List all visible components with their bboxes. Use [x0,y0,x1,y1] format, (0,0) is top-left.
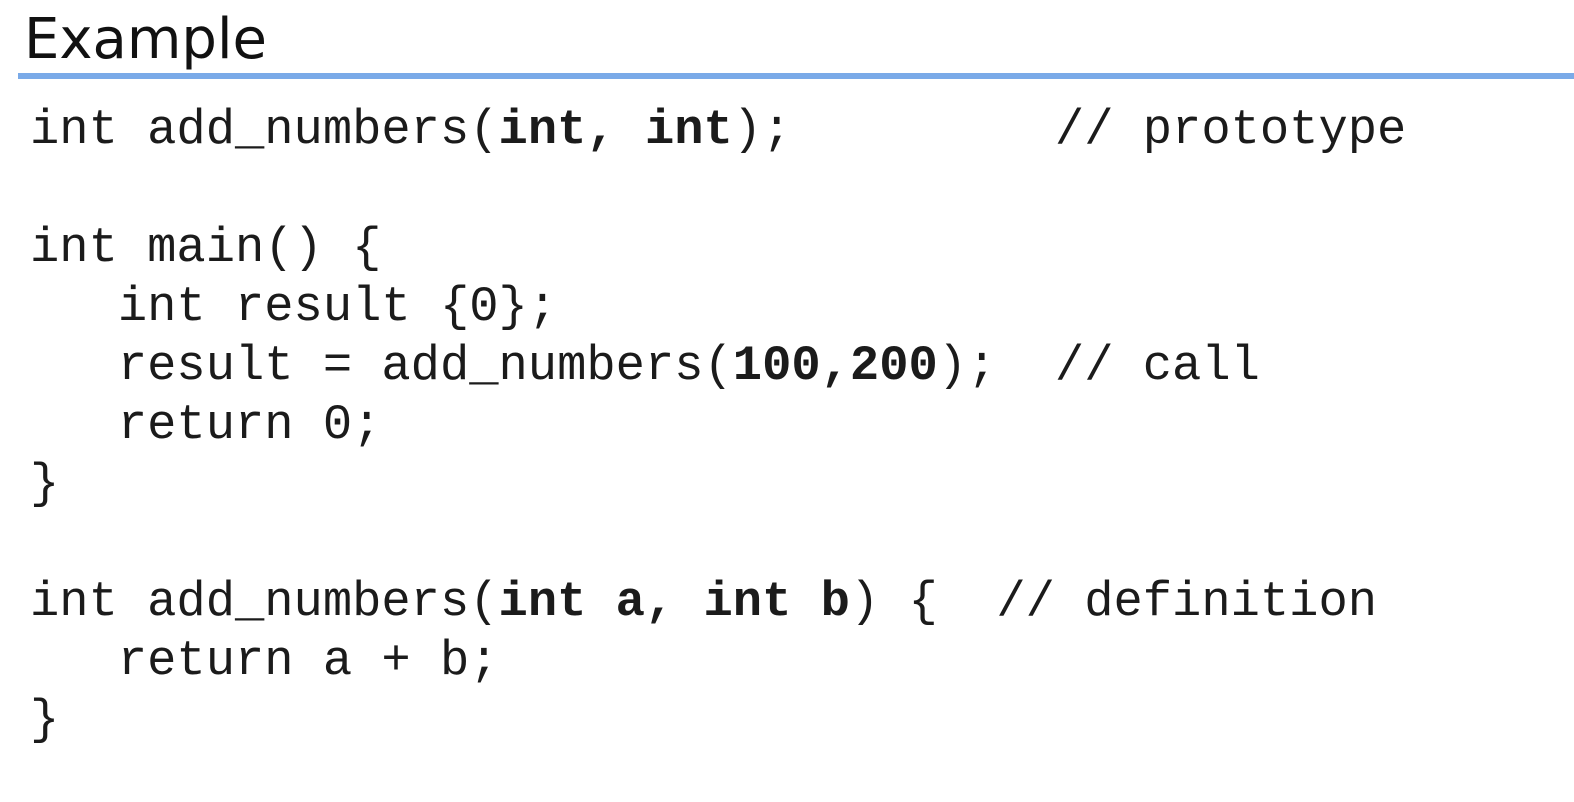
code-segment: int result {0}; [30,279,558,335]
title-underline [18,73,1574,79]
code-line: } [30,691,1406,750]
code-line: int add_numbers(int a, int b) { // defin… [30,573,1406,632]
code-block: int add_numbers(int, int); // prototype i… [30,101,1406,750]
code-segment: } [30,456,60,512]
code-segment: } [30,692,60,748]
code-line: int main() { [30,219,1406,278]
code-line: result = add_numbers(100,200); // call [30,337,1406,396]
code-bold-segment: int a, int b [498,574,850,630]
code-line: } [30,455,1406,514]
slide-title: Example [24,7,267,72]
code-segment: int add_numbers( [30,574,499,630]
code-segment: ) { // definition [849,574,1378,630]
code-line: int add_numbers(int, int); // prototype [30,101,1406,160]
code-line: return 0; [30,396,1406,455]
code-segment: ); // call [937,338,1260,394]
code-segment: return 0; [30,397,382,453]
code-bold-segment: 100,200 [732,338,938,394]
code-segment: ); // prototype [732,102,1407,158]
code-segment: result = add_numbers( [30,338,733,394]
code-segment: int main() { [30,220,382,276]
code-segment: return a + b; [30,633,499,689]
code-segment: int add_numbers( [30,102,499,158]
code-line: int result {0}; [30,278,1406,337]
code-bold-segment: int, int [498,102,733,158]
code-line: return a + b; [30,632,1406,691]
